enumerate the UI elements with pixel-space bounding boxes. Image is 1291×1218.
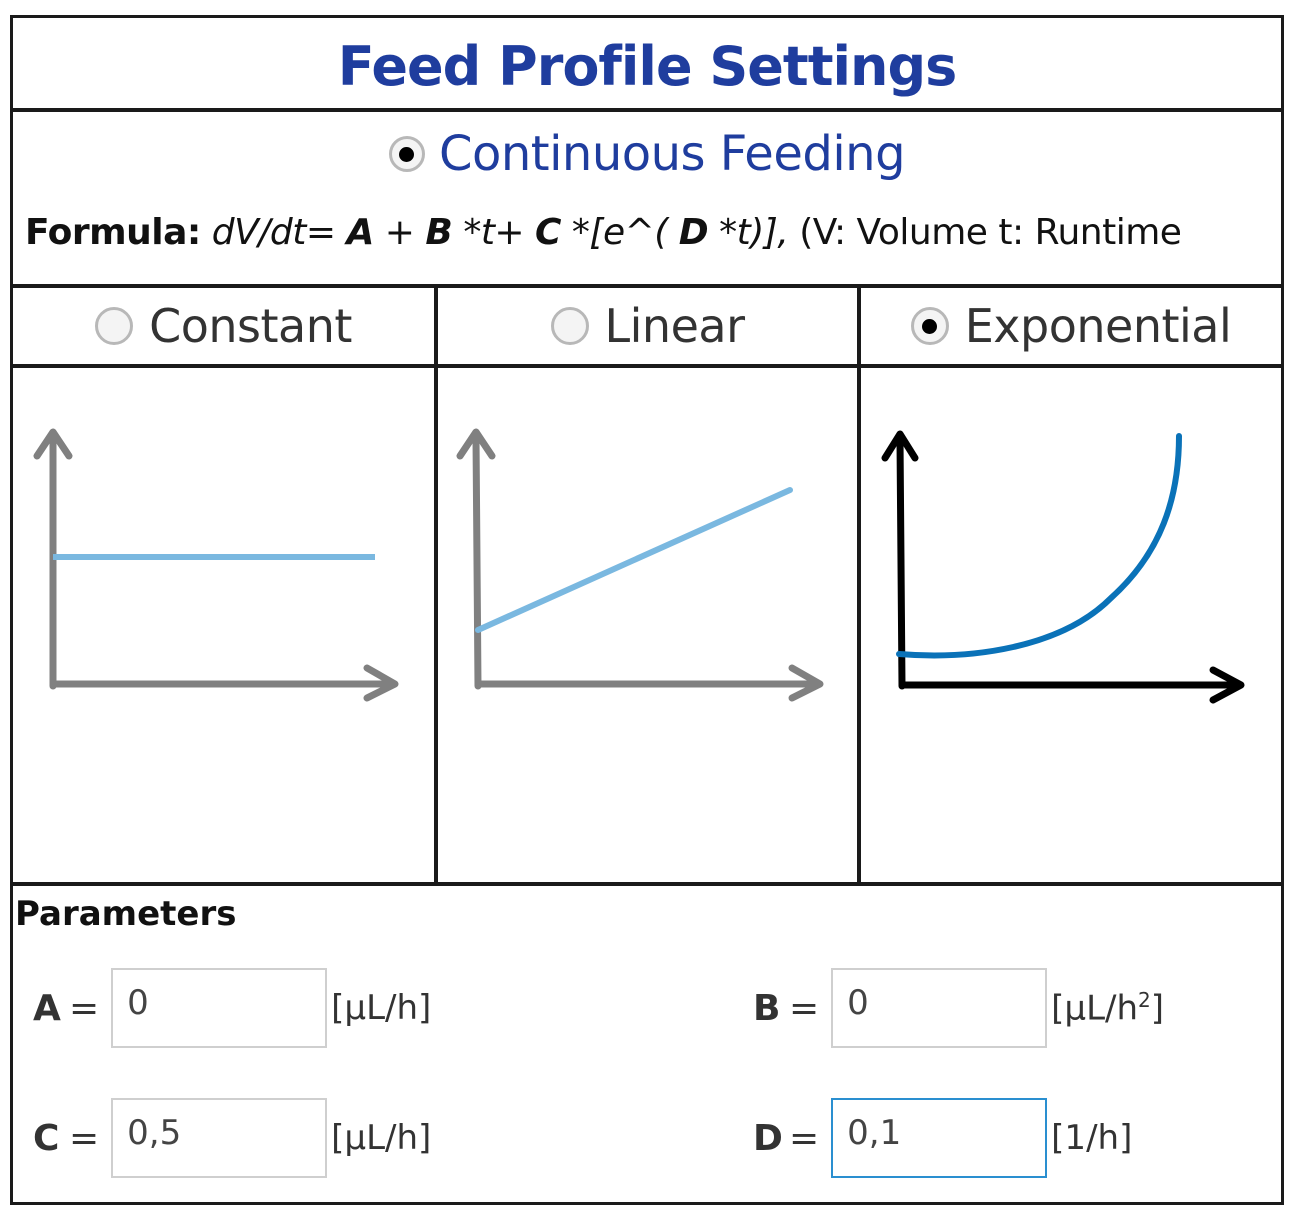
linear-profile-icon[interactable] — [438, 368, 857, 882]
param-b-unit-exponent: 2 — [1138, 987, 1151, 1012]
profile-type-constant[interactable]: Constant — [13, 288, 434, 882]
param-b-name: B — [753, 987, 781, 1029]
continuous-feeding-label[interactable]: Continuous Feeding — [439, 126, 906, 182]
constant-radio[interactable] — [95, 307, 134, 345]
param-d-row: D = [1/h] — [753, 1096, 1132, 1180]
exponential-label[interactable]: Exponential — [965, 299, 1232, 353]
profile-type-linear[interactable]: Linear — [434, 288, 857, 882]
formula-exp-close: *t)], — [719, 212, 789, 253]
title-bar: Feed Profile Settings — [13, 18, 1281, 112]
formula-legend: (V: Volume t: Runtime — [799, 212, 1182, 253]
formula-param-c: C — [535, 212, 561, 253]
param-d-name: D — [753, 1117, 783, 1159]
parameters-heading: Parameters — [15, 894, 237, 934]
continuous-feeding-option[interactable]: Continuous Feeding — [13, 126, 1281, 182]
constant-profile-icon[interactable] — [13, 368, 434, 882]
param-c-row: C = [µL/h] — [33, 1096, 431, 1180]
formula-param-b: B — [425, 212, 453, 253]
linear-label[interactable]: Linear — [605, 299, 745, 353]
param-c-input[interactable] — [111, 1098, 328, 1178]
exponential-option[interactable]: Exponential — [861, 288, 1281, 368]
param-b-row: B = [µL/h2] — [753, 966, 1164, 1050]
constant-profile-graphic — [33, 428, 399, 702]
exponential-profile-icon[interactable] — [861, 368, 1281, 882]
param-d-input[interactable] — [831, 1098, 1048, 1178]
profile-type-selector: Constant Linear Exponential — [13, 288, 1281, 882]
param-b-input[interactable] — [831, 968, 1048, 1048]
linear-profile-graphic — [456, 428, 824, 702]
formula-lhs: dV/dt= — [211, 212, 336, 253]
param-b-equals: = — [789, 987, 820, 1029]
continuous-feeding-radio[interactable] — [388, 136, 425, 172]
param-c-unit: [µL/h] — [331, 1118, 432, 1158]
param-a-input[interactable] — [111, 968, 328, 1048]
formula-exp-open: *[e^( — [571, 212, 668, 253]
linear-option[interactable]: Linear — [438, 288, 857, 368]
formula-param-a: A — [346, 212, 374, 253]
param-b-unit: [µL/h2] — [1051, 988, 1164, 1028]
param-d-unit: [1/h] — [1051, 1118, 1133, 1158]
formula-label: Formula: — [25, 212, 201, 253]
param-a-unit: [µL/h] — [331, 988, 432, 1028]
profile-type-exponential[interactable]: Exponential — [857, 288, 1281, 882]
formula-param-d: D — [678, 212, 709, 253]
param-a-name: A — [33, 987, 61, 1029]
parameters-section: Parameters A = [µL/h] B = [µL/h2] C = [µ… — [13, 882, 1281, 1206]
formula-plus: + — [384, 212, 415, 253]
formula-t-term: *t+ — [463, 212, 525, 253]
page-title: Feed Profile Settings — [337, 34, 958, 98]
exponential-radio[interactable] — [910, 307, 949, 345]
formula-text: Formula: dV/dt= A + B *t+ C *[e^( D *t)]… — [25, 212, 1253, 253]
feed-profile-settings-panel: Feed Profile Settings Continuous Feeding… — [10, 15, 1284, 1205]
param-a-row: A = [µL/h] — [33, 966, 431, 1050]
param-c-equals: = — [69, 1117, 100, 1159]
linear-radio[interactable] — [550, 307, 589, 345]
param-d-equals: = — [789, 1117, 820, 1159]
constant-label[interactable]: Constant — [149, 299, 352, 353]
param-b-unit-base: [µL/h — [1051, 988, 1139, 1029]
y-axis — [896, 436, 906, 690]
exponential-profile-graphic — [881, 430, 1245, 704]
param-b-unit-end: ] — [1150, 988, 1165, 1029]
exponential-curve — [896, 433, 1182, 659]
param-c-name: C — [33, 1117, 60, 1159]
constant-option[interactable]: Constant — [13, 288, 434, 368]
linear-curve — [475, 487, 793, 633]
y-axis — [472, 434, 482, 690]
feeding-mode-section: Continuous Feeding Formula: dV/dt= A + B… — [13, 112, 1281, 288]
param-a-equals: = — [69, 987, 100, 1029]
